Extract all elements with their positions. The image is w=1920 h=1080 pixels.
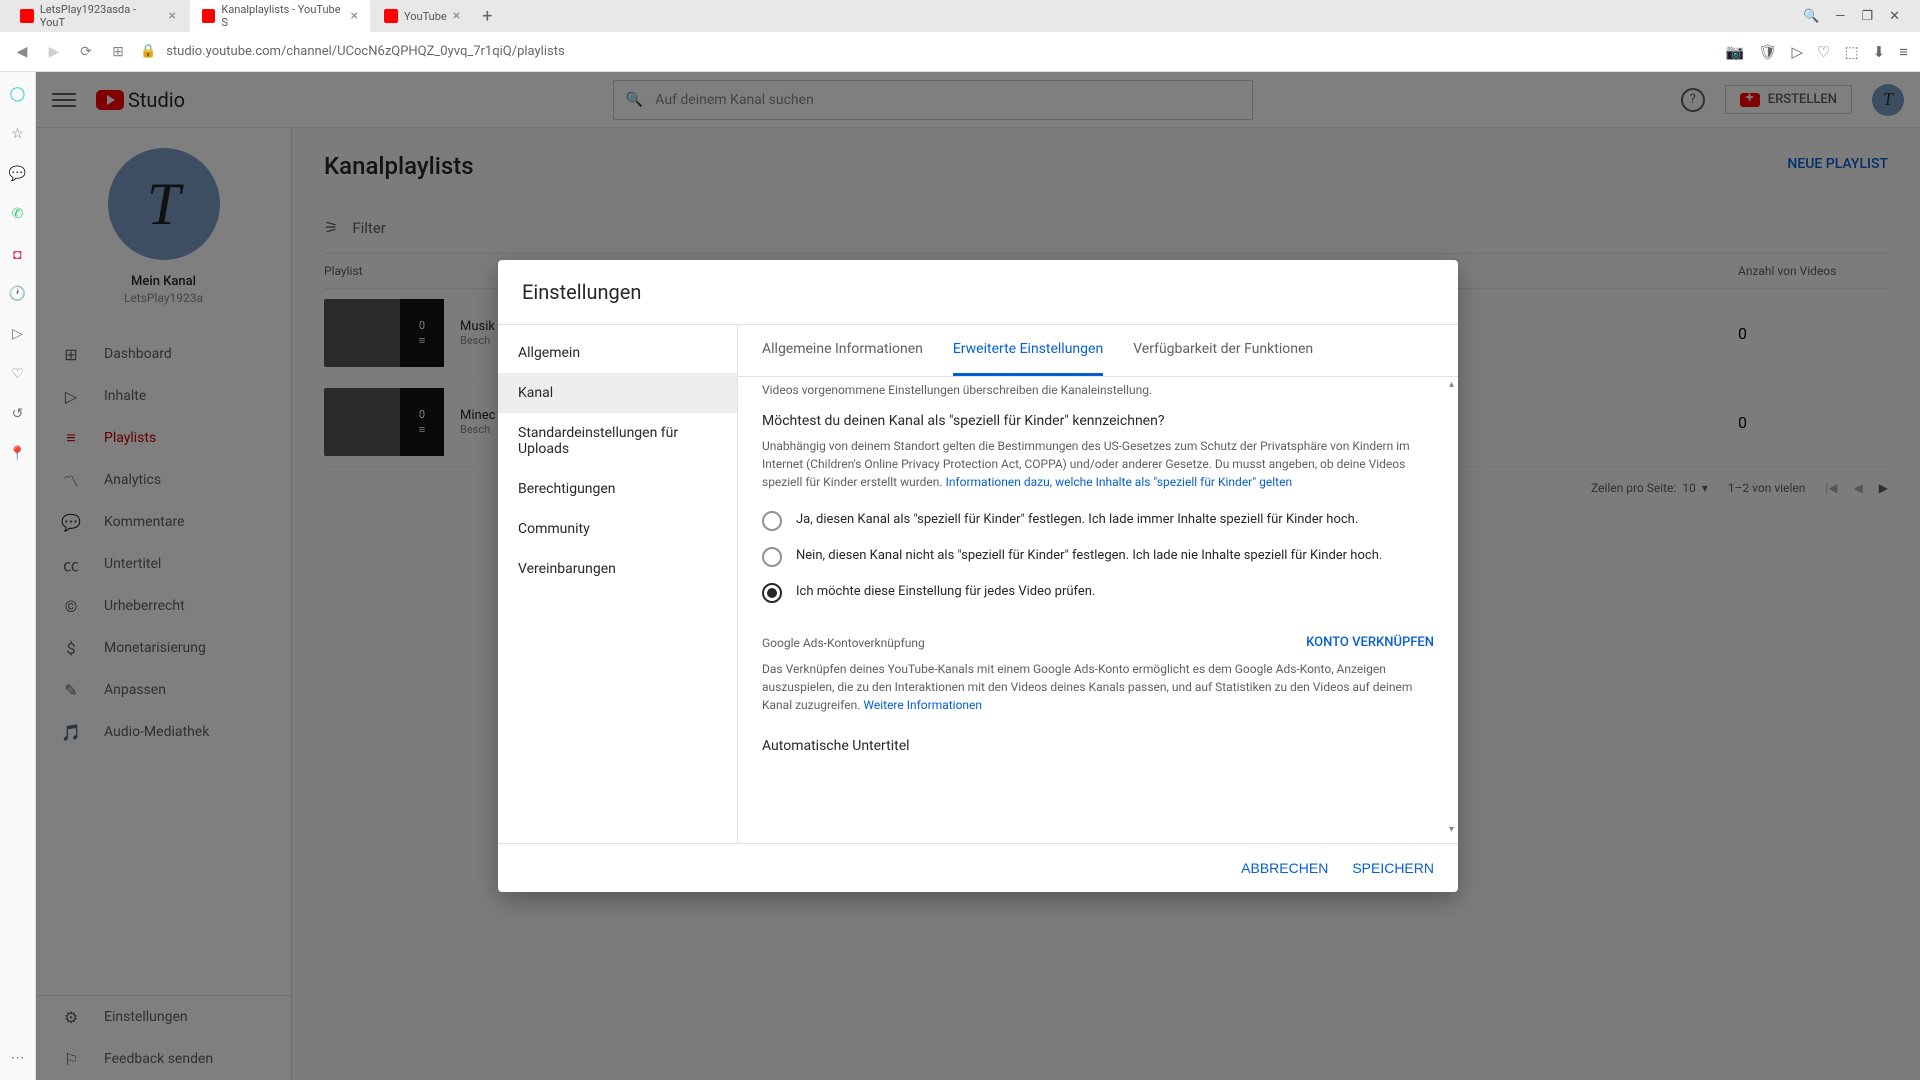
modal-overlay[interactable]: Einstellungen AllgemeinKanalStandardeins… <box>36 72 1920 1080</box>
tab-erweiterte-einstellungen[interactable]: Erweiterte Einstellungen <box>953 325 1103 376</box>
kids-question: Möchtest du deinen Kanal als "speziell f… <box>762 413 1434 429</box>
new-tab-button[interactable]: + <box>474 6 500 27</box>
subtitle-section: Automatische Untertitel <box>762 738 1434 754</box>
legal-text: Unabhängig von deinem Standort gelten di… <box>762 437 1434 491</box>
forward-icon[interactable]: ▶ <box>44 44 64 60</box>
url-input[interactable]: 🔒 studio.youtube.com/channel/UCocN6zQPHQ… <box>140 44 1714 59</box>
settings-modal: Einstellungen AllgemeinKanalStandardeins… <box>498 260 1458 892</box>
maximize-icon[interactable]: ❐ <box>1861 9 1873 24</box>
search-icon[interactable]: 🔍 <box>1803 9 1819 24</box>
play-sidebar-icon[interactable]: ▷ <box>8 324 28 344</box>
clock-icon[interactable]: 🕐 <box>8 284 28 304</box>
youtube-favicon <box>384 9 398 23</box>
ads-text: Das Verknüpfen deines YouTube-Kanals mit… <box>762 660 1434 714</box>
lock-icon: 🔒 <box>140 44 156 59</box>
window-controls: 🔍 — ❐ ✕ <box>1803 9 1912 24</box>
radio-group: Ja, diesen Kanal als "speziell für Kinde… <box>762 503 1434 611</box>
opera-icon[interactable]: ◯ <box>8 84 28 104</box>
legal-link[interactable]: Informationen dazu, welche Inhalte als "… <box>946 475 1293 489</box>
reload-icon[interactable]: ⟳ <box>76 44 96 60</box>
history-icon[interactable]: ↺ <box>8 404 28 424</box>
back-icon[interactable]: ◀ <box>12 44 32 60</box>
whatsapp-icon[interactable]: ✆ <box>8 204 28 224</box>
radio-label: Nein, diesen Kanal nicht als "speziell f… <box>796 547 1382 565</box>
close-icon[interactable]: × <box>453 8 460 24</box>
shield-icon[interactable]: 🛡 <box>1758 43 1777 61</box>
radio-no-kids[interactable]: Nein, diesen Kanal nicht als "speziell f… <box>762 539 1434 575</box>
scroll-down-icon[interactable]: ▾ <box>1449 824 1454 835</box>
ads-section: Google Ads-Kontoverknüpfung KONTO VERKNÜ… <box>762 635 1434 714</box>
modal-footer: ABBRECHEN SPEICHERN <box>498 844 1458 892</box>
download-icon[interactable]: ⬇ <box>1873 43 1886 61</box>
youtube-favicon <box>20 9 34 23</box>
play-icon[interactable]: ▷ <box>1791 43 1803 61</box>
radio-per-video[interactable]: Ich möchte diese Einstellung für jedes V… <box>762 575 1434 611</box>
modal-nav: AllgemeinKanalStandardeinstellungen für … <box>498 325 738 843</box>
settings-nav-vereinbarungen[interactable]: Vereinbarungen <box>498 549 737 589</box>
modal-content: Allgemeine Informationen Erweiterte Einst… <box>738 325 1458 843</box>
modal-title: Einstellungen <box>498 260 1458 324</box>
heart-icon[interactable]: ♡ <box>1817 43 1830 61</box>
intro-text: Videos vorgenommene Einstellungen übersc… <box>762 381 1434 399</box>
instagram-icon[interactable]: ◘ <box>8 244 28 264</box>
minimize-icon[interactable]: — <box>1835 9 1845 24</box>
url-text: studio.youtube.com/channel/UCocN6zQPHQZ_… <box>166 44 564 59</box>
radio-icon <box>762 511 782 531</box>
app-area: Studio 🔍 Auf deinem Kanal suchen ? ERSTE… <box>36 72 1920 1080</box>
toolbar-icons: 📷 🛡 ▷ ♡ ⬚ ⬇ ≡ <box>1726 43 1908 61</box>
camera-icon[interactable]: 📷 <box>1726 43 1745 61</box>
browser-tab-1[interactable]: Kanalplaylists - YouTube S × <box>190 0 370 35</box>
cancel-button[interactable]: ABBRECHEN <box>1241 860 1328 876</box>
settings-nav-community[interactable]: Community <box>498 509 737 549</box>
more-icon[interactable]: ⋯ <box>8 1048 28 1068</box>
tab-title: LetsPlay1923asda - YouT <box>40 3 163 29</box>
settings-nav-standardeinstellungen-für-uploads[interactable]: Standardeinstellungen für Uploads <box>498 413 737 469</box>
settings-nav-berechtigungen[interactable]: Berechtigungen <box>498 469 737 509</box>
scroll-up-icon[interactable]: ▴ <box>1449 379 1454 390</box>
radio-label: Ja, diesen Kanal als "speziell für Kinde… <box>796 511 1358 529</box>
close-icon[interactable]: ✕ <box>1889 9 1900 24</box>
save-button[interactable]: SPEICHERN <box>1352 860 1434 876</box>
radio-label: Ich möchte diese Einstellung für jedes V… <box>796 583 1095 601</box>
close-icon[interactable]: × <box>351 8 358 24</box>
speed-dial-icon[interactable]: ⊞ <box>108 44 128 60</box>
pin-icon[interactable]: 📍 <box>8 444 28 464</box>
content-tabs: Allgemeine Informationen Erweiterte Einst… <box>738 325 1458 377</box>
browser-tab-0[interactable]: LetsPlay1923asda - YouT × <box>8 0 188 35</box>
settings-nav-kanal[interactable]: Kanal <box>498 373 737 413</box>
radio-icon <box>762 547 782 567</box>
settings-nav-allgemein[interactable]: Allgemein <box>498 333 737 373</box>
tab-title: YouTube <box>404 10 447 23</box>
opera-sidebar: ◯ ☆ 💬 ✆ ◘ 🕐 ▷ ♡ ↺ 📍 ⋯ <box>0 72 36 1080</box>
tab-title: Kanalplaylists - YouTube S <box>221 3 344 29</box>
youtube-favicon <box>202 9 215 23</box>
bookmark-icon[interactable]: ☆ <box>8 124 28 144</box>
tab-allgemeine-informationen[interactable]: Allgemeine Informationen <box>762 325 923 376</box>
messenger-icon[interactable]: 💬 <box>8 164 28 184</box>
cube-icon[interactable]: ⬚ <box>1844 43 1858 61</box>
link-account-button[interactable]: KONTO VERKNÜPFEN <box>1306 635 1434 650</box>
tab-verfügbarkeit-der-funktionen[interactable]: Verfügbarkeit der Funktionen <box>1133 325 1313 376</box>
browser-chrome: LetsPlay1923asda - YouT × Kanalplaylists… <box>0 0 1920 73</box>
content-scroll[interactable]: ▴ Videos vorgenommene Einstellungen über… <box>738 377 1458 837</box>
close-icon[interactable]: × <box>169 8 176 24</box>
ads-title: Google Ads-Kontoverknüpfung <box>762 636 925 650</box>
address-bar: ◀ ▶ ⟳ ⊞ 🔒 studio.youtube.com/channel/UCo… <box>0 32 1920 72</box>
heart-sidebar-icon[interactable]: ♡ <box>8 364 28 384</box>
radio-icon <box>762 583 782 603</box>
menu-icon[interactable]: ≡ <box>1899 43 1908 61</box>
ads-more-link[interactable]: Weitere Informationen <box>863 698 982 712</box>
tab-bar: LetsPlay1923asda - YouT × Kanalplaylists… <box>0 0 1920 32</box>
radio-yes-kids[interactable]: Ja, diesen Kanal als "speziell für Kinde… <box>762 503 1434 539</box>
browser-tab-2[interactable]: YouTube × <box>372 2 472 30</box>
